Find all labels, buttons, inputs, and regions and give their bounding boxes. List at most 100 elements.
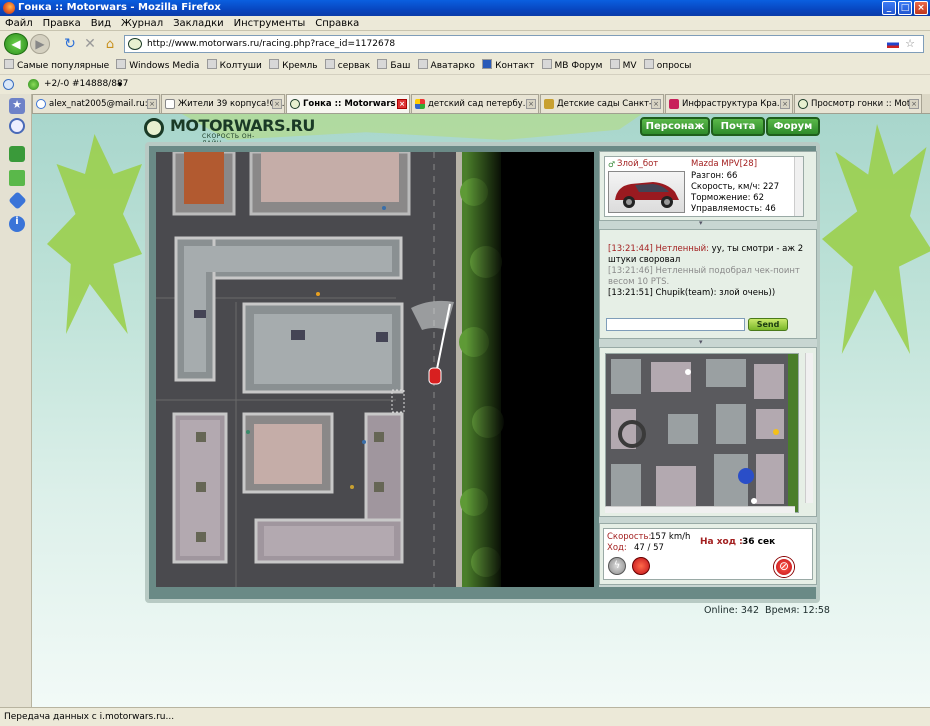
- addons-puzzle-icon[interactable]: [9, 170, 25, 186]
- site-logo[interactable]: MOTORWARS.RU СКОРОСТЬ ОН-ЛАЙН: [142, 116, 315, 147]
- bookmark-icon: [324, 59, 335, 69]
- bookmark-item[interactable]: опросы: [643, 57, 691, 75]
- nav-character-button[interactable]: Персонаж: [640, 117, 710, 136]
- bookmark-item[interactable]: Кремль: [269, 57, 318, 75]
- minimap-vertical-scrollbar[interactable]: [805, 353, 813, 503]
- menu-file[interactable]: Файл: [0, 16, 38, 31]
- chat-input[interactable]: [606, 318, 745, 331]
- tab-kindergartens-spb[interactable]: Детские сады Санкт-... ×: [540, 94, 664, 113]
- history-clock-icon[interactable]: [9, 118, 25, 134]
- home-button[interactable]: ⌂: [100, 34, 120, 54]
- close-tab-icon[interactable]: ×: [526, 99, 536, 109]
- close-tab-icon[interactable]: ×: [397, 99, 407, 109]
- stop-button[interactable]: ✕: [80, 34, 100, 54]
- menu-help[interactable]: Справка: [310, 16, 364, 31]
- compass-icon[interactable]: [3, 79, 14, 90]
- player-list-scrollbar[interactable]: [794, 157, 803, 216]
- chevron-down-icon[interactable]: ▾: [699, 219, 703, 227]
- reload-icon: ↻: [64, 36, 76, 52]
- tab-race-view[interactable]: Просмотр гонки :: Mot... ×: [794, 94, 922, 113]
- bookmark-item[interactable]: Самые популярные: [4, 57, 109, 75]
- browser-status-bar: Передача данных с i.motorwars.ru...: [0, 707, 930, 725]
- page-icon: [165, 99, 175, 109]
- minimap-view: [606, 354, 798, 512]
- bookmark-icon: [643, 59, 654, 69]
- info-icon[interactable]: i: [9, 216, 25, 232]
- home-icon: ⌂: [105, 36, 115, 52]
- diamond-icon[interactable]: [8, 191, 27, 210]
- bookmark-star-sidebar-icon[interactable]: ★: [9, 98, 25, 114]
- globe-icon[interactable]: [28, 79, 39, 90]
- decorative-leaf: [822, 124, 930, 354]
- player-name[interactable]: Злой_бот: [617, 159, 658, 169]
- menu-bookmarks[interactable]: Закладки: [168, 16, 229, 31]
- bookmark-icon: [377, 59, 388, 69]
- chat-message: [13:21:44] Нетленный: уу, ты смотри - аж…: [608, 244, 804, 265]
- tab-infrastructure[interactable]: Инфраструктура Кра... ×: [665, 94, 793, 113]
- site-favicon: [669, 99, 679, 109]
- menu-history[interactable]: Журнал: [116, 16, 168, 31]
- race-side-panel: ♂ Злой_бот Mazda MPV[28] Разгон: 66 Скор…: [599, 151, 817, 587]
- menu-edit[interactable]: Правка: [38, 16, 86, 31]
- minimize-button[interactable]: _: [882, 1, 896, 15]
- bookmark-icon: [482, 59, 493, 69]
- race-status-panel: Скорость: 157 km/h Ход: 47 / 57 На ход :…: [599, 523, 817, 585]
- download-icon[interactable]: [9, 146, 25, 162]
- tab-kindergarten[interactable]: детский сад петербу... ×: [411, 94, 539, 113]
- race-status-box: Скорость: 157 km/h Ход: 47 / 57 На ход :…: [603, 528, 813, 580]
- chat-panel: [13:21:44] Нетленный: уу, ты смотри - аж…: [599, 229, 817, 339]
- menu-tools[interactable]: Инструменты: [229, 16, 311, 31]
- stop-icon: ✕: [84, 36, 96, 52]
- chevron-down-icon[interactable]: ▾: [699, 338, 703, 346]
- brake-button-icon[interactable]: [632, 557, 650, 575]
- speed-value: 157 km/h: [650, 532, 691, 542]
- status-text: Передача данных с i.motorwars.ru...: [4, 712, 175, 722]
- close-tab-icon[interactable]: ×: [651, 99, 661, 109]
- menu-bar: Файл Правка Вид Журнал Закладки Инструменты Сп…: [0, 16, 930, 31]
- address-bar[interactable]: http://www.motorwars.ru/racing.php?race_…: [124, 35, 924, 53]
- addon-dropdown-icon[interactable]: ▾: [118, 76, 122, 93]
- close-window-button[interactable]: ×: [914, 1, 928, 15]
- bookmark-item[interactable]: сервак: [324, 57, 370, 75]
- close-tab-icon[interactable]: ×: [909, 99, 919, 109]
- back-button[interactable]: ◀: [4, 33, 28, 55]
- bookmark-item[interactable]: MB Форум: [541, 57, 602, 75]
- bookmark-item[interactable]: Колтуши: [206, 57, 262, 75]
- tab-motorwars[interactable]: Гонка :: Motorwars ×: [286, 94, 410, 113]
- chat-send-button[interactable]: Send: [748, 318, 788, 331]
- bookmark-icon: [541, 59, 552, 69]
- reload-button[interactable]: ↻: [60, 34, 80, 54]
- tab-residents[interactable]: Жители 39 корпуса!О... ×: [161, 94, 285, 113]
- turn-timer-value: 36 сек: [742, 537, 776, 547]
- bookmark-icon: [4, 59, 14, 69]
- bookmark-item[interactable]: MV: [609, 57, 637, 75]
- stat-handling: Управляемость: 46: [691, 204, 776, 214]
- close-tab-icon[interactable]: ×: [147, 99, 157, 109]
- nav-mail-button[interactable]: Почта: [711, 117, 765, 136]
- bookmark-item[interactable]: Контакт: [482, 57, 534, 75]
- minimap-panel: [599, 347, 817, 517]
- bookmark-icon: [206, 59, 217, 69]
- minimap[interactable]: [605, 353, 799, 513]
- forward-button[interactable]: ▶: [30, 34, 50, 54]
- nav-forum-button[interactable]: Форум: [766, 117, 820, 136]
- chat-message: [13:21:51] Chupik(team): злой очень)): [608, 288, 776, 298]
- forward-arrow-icon: ▶: [35, 37, 45, 51]
- minimap-horizontal-scrollbar[interactable]: [605, 506, 795, 513]
- bookmark-item[interactable]: Аватарко: [417, 57, 475, 75]
- surrender-prohibited-icon[interactable]: ⊘: [774, 557, 794, 577]
- close-tab-icon[interactable]: ×: [780, 99, 790, 109]
- bookmark-item[interactable]: Баш: [377, 57, 410, 75]
- bookmark-item[interactable]: Windows Media: [116, 57, 199, 75]
- bookmark-icon: [609, 59, 620, 69]
- tab-mail[interactable]: alex_nat2005@mail.ru:... ×: [32, 94, 160, 113]
- nitro-lightning-icon[interactable]: ϟ: [608, 557, 626, 575]
- menu-view[interactable]: Вид: [86, 16, 116, 31]
- maximize-button[interactable]: □: [898, 1, 912, 15]
- close-tab-icon[interactable]: ×: [272, 99, 282, 109]
- race-map[interactable]: [156, 152, 594, 587]
- player-car[interactable]: [428, 367, 442, 385]
- turn-timer-label: На ход :: [700, 537, 743, 547]
- bookmark-star-icon[interactable]: ☆: [905, 36, 915, 52]
- addon-score: +2/-0: [44, 79, 70, 89]
